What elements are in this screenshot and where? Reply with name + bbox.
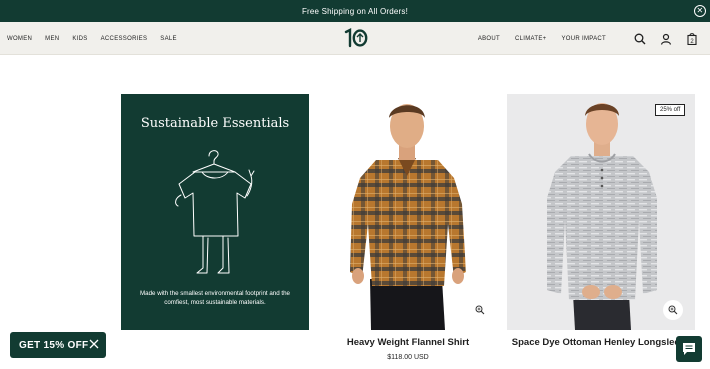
nav-your-impact[interactable]: YOUR IMPACT: [561, 36, 606, 42]
logo-mark-icon: [344, 28, 368, 48]
nav-sale[interactable]: SALE: [160, 36, 177, 42]
cart-count: 2: [690, 39, 694, 45]
promo-card[interactable]: Sustainable Essentials Made with the sma…: [121, 94, 309, 330]
brand-logo[interactable]: [341, 28, 369, 48]
chat-button[interactable]: [676, 336, 702, 362]
nav-about[interactable]: ABOUT: [478, 36, 500, 42]
product-price: $118.00 USD: [387, 354, 429, 361]
product-name[interactable]: Space Dye Ottoman Henley Longsleeve: [507, 337, 695, 350]
secondary-nav: ABOUT CLIMATE+ YOUR IMPACT 2: [478, 22, 699, 55]
chat-icon: [683, 343, 695, 355]
product-photo-henley: [547, 103, 657, 330]
nav-kids[interactable]: KIDS: [72, 36, 87, 42]
product-name[interactable]: Heavy Weight Flannel Shirt: [314, 337, 502, 350]
product-photo-flannel: [350, 104, 466, 330]
site-header: WOMEN MEN KIDS ACCESSORIES SALE ABOUT CL…: [0, 22, 710, 55]
product-image-flannel[interactable]: [314, 94, 502, 330]
zoom-icon[interactable]: [663, 300, 683, 320]
promo-description: Made with the smallest environmental foo…: [140, 290, 290, 306]
announcement-banner: Free Shipping on All Orders! ✕: [0, 0, 710, 22]
nav-women[interactable]: WOMEN: [7, 36, 32, 42]
discount-offer-button[interactable]: GET 15% OFF: [10, 332, 106, 358]
search-icon[interactable]: [633, 32, 647, 46]
offer-label: GET 15% OFF: [19, 339, 89, 351]
close-icon[interactable]: ✕: [694, 5, 706, 17]
nav-men[interactable]: MEN: [45, 36, 59, 42]
close-icon[interactable]: [88, 338, 100, 350]
discount-badge: 25% off: [655, 104, 686, 116]
primary-nav: WOMEN MEN KIDS ACCESSORIES SALE: [7, 22, 177, 55]
tshirt-character-icon: [175, 150, 255, 274]
nav-accessories[interactable]: ACCESSORIES: [101, 36, 148, 42]
zoom-icon[interactable]: [470, 300, 490, 320]
cart-icon[interactable]: 2: [685, 32, 699, 46]
product-image-henley[interactable]: 25% off: [507, 94, 695, 330]
banner-text: Free Shipping on All Orders!: [301, 6, 409, 16]
promo-title: Sustainable Essentials: [140, 116, 290, 131]
account-icon[interactable]: [659, 32, 673, 46]
nav-climate[interactable]: CLIMATE+: [515, 36, 546, 42]
